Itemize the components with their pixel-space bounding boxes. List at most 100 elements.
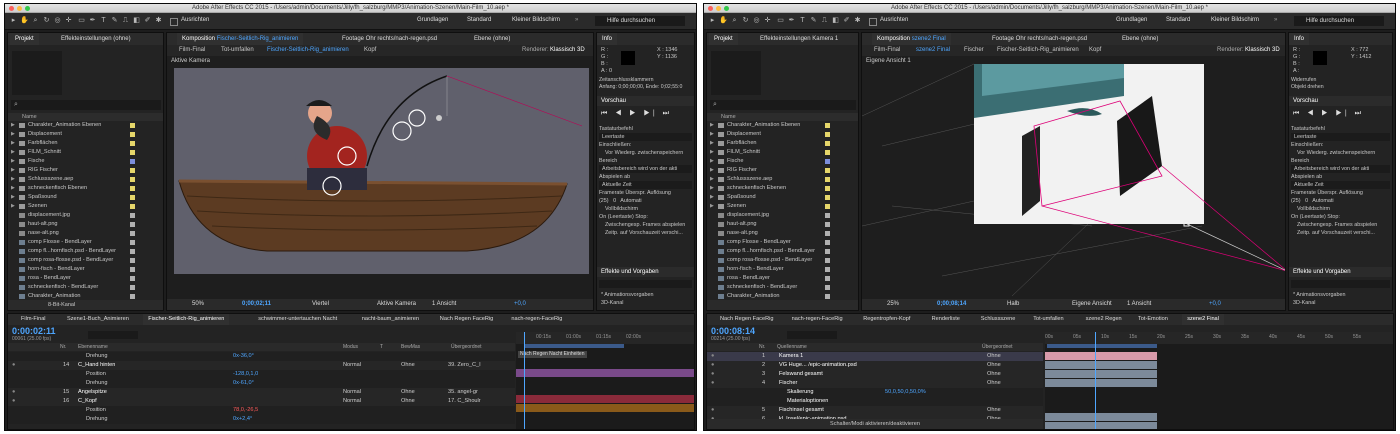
camera-view-select[interactable]: Eigene Ansicht <box>1072 299 1112 310</box>
label-color-swatch[interactable] <box>825 186 830 191</box>
label-color-swatch[interactable] <box>130 231 135 236</box>
project-item[interactable]: ▶ RIG Fischer <box>8 166 163 175</box>
property-value[interactable]: -128,0,1,0 <box>233 370 258 379</box>
layer-bar-fischinsel[interactable] <box>1045 413 1157 421</box>
label-color-swatch[interactable] <box>130 186 135 191</box>
layer-bar-camera[interactable] <box>1045 352 1157 360</box>
disclosure-triangle-icon[interactable]: ▶ <box>11 130 15 139</box>
viewer-timecode[interactable]: 0;00;02;11 <box>242 299 271 310</box>
label-color-swatch[interactable] <box>130 249 135 254</box>
renderer-value[interactable]: Klassisch 3D <box>550 45 585 56</box>
move-time-checkbox[interactable]: Zeitp. auf Vorschauzeit verschi... <box>1291 229 1390 237</box>
help-search-input[interactable]: Hilfe durchsuchen <box>595 16 685 26</box>
timeline-tab[interactable]: Schlussszene <box>976 314 1021 325</box>
label-color-swatch[interactable] <box>825 285 830 290</box>
parent-select[interactable]: Ohne <box>987 406 1001 415</box>
camera-view-select[interactable]: Aktive Kamera <box>377 299 416 310</box>
tab-info[interactable]: Info <box>1289 33 1310 45</box>
timeline-tab[interactable]: szene2 Final <box>1182 314 1224 325</box>
parent-select[interactable]: 39. Zero_C_I <box>448 361 481 370</box>
parent-select[interactable]: Ohne <box>987 370 1001 379</box>
layer-bar-14[interactable] <box>516 369 694 377</box>
rotate-tool-icon[interactable]: ↻ <box>741 16 750 26</box>
label-color-swatch[interactable] <box>825 294 830 299</box>
label-color-swatch[interactable] <box>130 213 135 218</box>
timeline-tab[interactable]: Renderliste <box>927 314 965 325</box>
viewer-timecode[interactable]: 0;00;08;14 <box>937 299 966 310</box>
playback-controls[interactable]: ⏮ ◀ ▶ ▶| ⏭ <box>1293 110 1364 118</box>
hand-tool-icon[interactable]: ✋ <box>20 16 29 26</box>
pen-tool-icon[interactable]: ✒ <box>88 16 97 26</box>
layer-name[interactable]: Drehung <box>86 379 107 388</box>
project-item[interactable]: nase-alt.png <box>8 229 163 238</box>
renderer-value[interactable]: Klassisch 3D <box>1245 45 1280 56</box>
effects-header[interactable]: Effekte und Vorgaben <box>1289 267 1392 277</box>
disclosure-triangle-icon[interactable]: ▶ <box>11 184 15 193</box>
layer-row[interactable]: ● 14 C_Hand hinten Normal Ohne 39. Zero_C_I <box>8 361 515 370</box>
rotate-tool-icon[interactable]: ↻ <box>42 16 51 26</box>
breadcrumb-item-kopf[interactable]: Kopf <box>1089 45 1101 56</box>
project-item[interactable]: ▶ Spaßsound <box>8 193 163 202</box>
rectangle-tool-icon[interactable]: ▭ <box>77 16 86 26</box>
project-item[interactable]: ▶ FILM_Schnitt <box>707 148 858 157</box>
disclosure-triangle-icon[interactable]: ▶ <box>710 157 714 166</box>
label-color-swatch[interactable] <box>130 204 135 209</box>
play-from-select[interactable]: Aktuelle Zeit <box>1291 181 1390 189</box>
label-color-swatch[interactable] <box>130 276 135 281</box>
project-item[interactable]: horn-fisch - BendLayer <box>8 265 163 274</box>
project-item[interactable]: comp rosa-flosse.psd - BendLayer <box>8 256 163 265</box>
label-color-swatch[interactable] <box>825 168 830 173</box>
breadcrumb-item-kopf[interactable]: Kopf <box>364 45 376 56</box>
pan-behind-tool-icon[interactable]: ✛ <box>763 16 772 26</box>
tab-composition[interactable]: Komposition szene2 Final <box>872 33 951 45</box>
label-color-swatch[interactable] <box>130 240 135 245</box>
toggle-switches-modes[interactable]: Schalter/Modi aktivieren/deaktivieren <box>707 419 1043 429</box>
workspace-small-screen[interactable]: Kleiner Bildschirm <box>512 17 560 23</box>
composition-viewport[interactable]: Aktive Kamera <box>167 56 593 299</box>
project-item[interactable]: ▶ Fische <box>8 157 163 166</box>
tab-effect-controls[interactable]: Effekteinstellungen (ohne) <box>56 33 136 45</box>
label-color-swatch[interactable] <box>825 204 830 209</box>
bit-depth-label[interactable]: 8-Bit-Kanal <box>48 302 75 308</box>
visibility-eye-icon[interactable]: ● <box>711 361 714 370</box>
layer-name[interactable]: Materialoptionen <box>787 397 828 406</box>
layer-name[interactable]: C_Kopf <box>78 397 97 406</box>
project-item[interactable]: comp Flosse - BendLayer <box>8 238 163 247</box>
disclosure-triangle-icon[interactable]: ▶ <box>710 166 714 175</box>
project-item[interactable]: haut-alt.png <box>8 220 163 229</box>
timeline-tab[interactable]: nach-regen-FaceRig <box>506 314 567 325</box>
pen-tool-icon[interactable]: ✒ <box>787 16 796 26</box>
property-row[interactable]: Position 78,0,-26,5 <box>8 406 515 415</box>
tab-project[interactable]: Projekt <box>709 33 738 45</box>
eraser-tool-icon[interactable]: ◧ <box>831 16 840 26</box>
minimize-window-button[interactable] <box>716 6 721 11</box>
work-area-bar[interactable] <box>1047 344 1157 348</box>
layer-name[interactable]: Drehung <box>86 352 107 361</box>
time-ruler[interactable]: 00:15s 01:00s 01:15s 02:00s <box>516 332 694 344</box>
project-item[interactable]: ▶ Spaßsound <box>707 193 858 202</box>
fullscreen-checkbox[interactable]: Vollbildschirm <box>1291 205 1390 213</box>
layer-name[interactable]: Skalierung <box>787 388 813 397</box>
project-item[interactable]: ▶ Charakter_Animation Ebenen <box>8 121 163 130</box>
effects-item-presets[interactable]: * Animationsvorgaben <box>601 291 653 299</box>
project-item[interactable]: ▶ Charakter_Animation Ebenen <box>707 121 858 130</box>
workspace-small-screen[interactable]: Kleiner Bildschirm <box>1211 17 1259 23</box>
tab-footage[interactable]: Footage Ohr rechts/nach-regen.psd <box>337 33 442 45</box>
effects-search-input[interactable] <box>599 280 692 288</box>
timeline-tab[interactable]: schwimmer-untertauchen Nacht <box>253 314 342 325</box>
brush-tool-icon[interactable]: ✎ <box>809 16 818 26</box>
workspace-more-icon[interactable]: » <box>1274 17 1277 23</box>
disclosure-triangle-icon[interactable]: ▶ <box>710 193 714 202</box>
label-color-swatch[interactable] <box>130 177 135 182</box>
property-value[interactable]: 78,0,-26,5 <box>233 406 258 415</box>
project-item[interactable]: ▶ Farbflächen <box>707 139 858 148</box>
property-value[interactable]: 0x+2,4° <box>233 415 252 424</box>
workspace-standard[interactable]: Standard <box>467 17 491 23</box>
layer-name[interactable]: Angelspitze <box>78 388 107 397</box>
layer-bar-16[interactable] <box>516 404 694 412</box>
parent-select[interactable]: 35. angel-gr <box>448 388 478 397</box>
res-select[interactable]: Automati <box>1312 198 1333 204</box>
help-search-input[interactable]: Hilfe durchsuchen <box>1294 16 1384 26</box>
project-item[interactable]: displacement.jpg <box>8 211 163 220</box>
disclosure-triangle-icon[interactable]: ▶ <box>11 121 15 130</box>
